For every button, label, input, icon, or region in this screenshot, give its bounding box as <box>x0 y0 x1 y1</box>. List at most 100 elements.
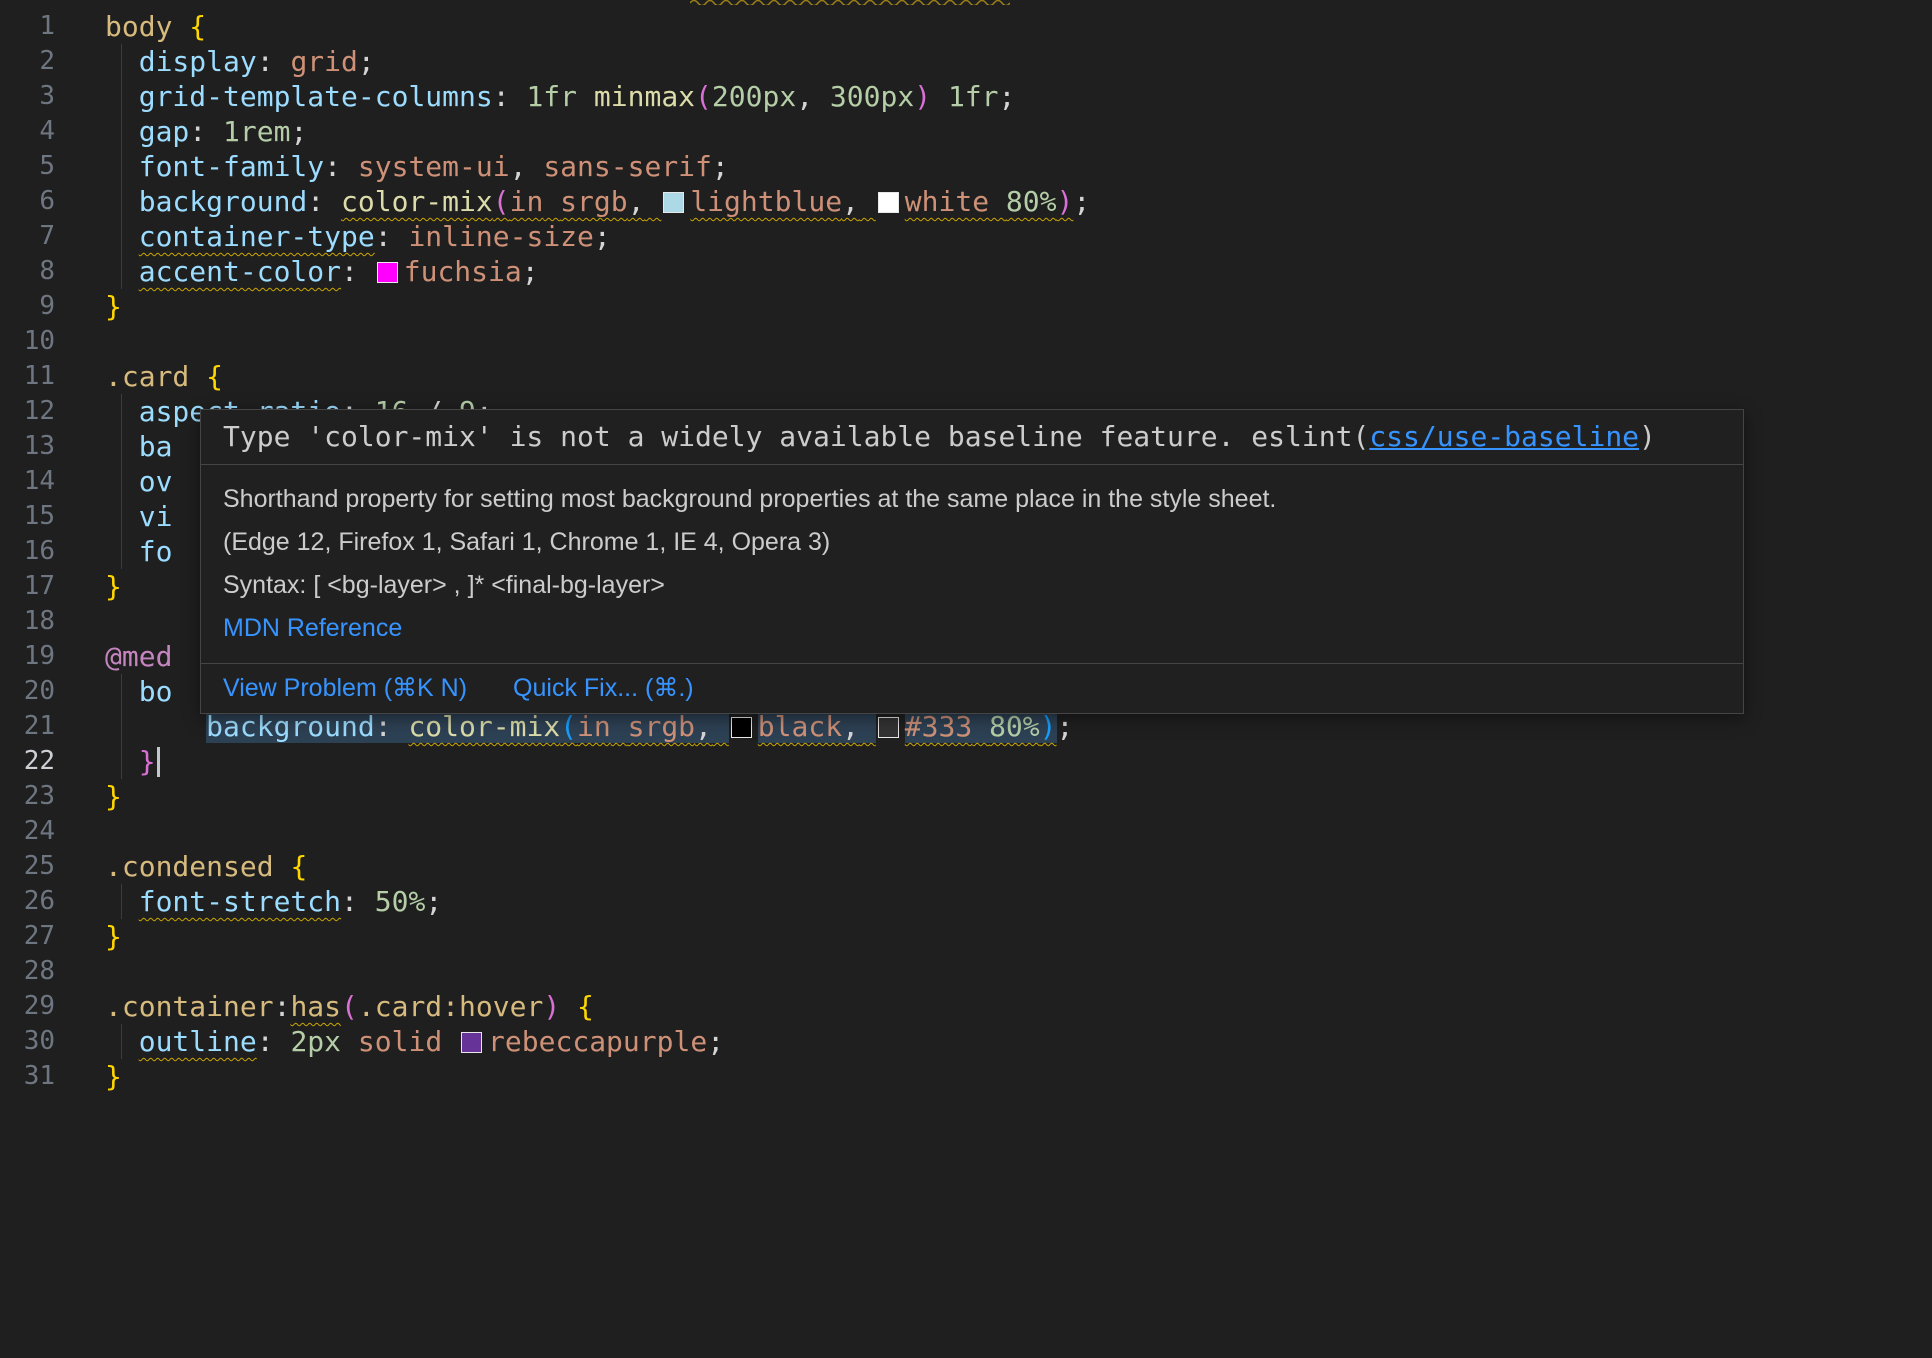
code-token <box>206 115 223 148</box>
code-line[interactable]: 3 grid-template-columns: 1fr minmax(200p… <box>0 79 1932 114</box>
code-token: , <box>796 80 813 113</box>
code-token <box>105 45 139 78</box>
code-token: : <box>341 255 358 288</box>
code-line[interactable]: 26 font-stretch: 50%; <box>0 884 1932 919</box>
code-token <box>274 1025 291 1058</box>
code-line[interactable]: 28 <box>0 954 1932 989</box>
code-token: ) <box>543 990 560 1023</box>
diagnostic-message: Type 'color-mix' is not a widely availab… <box>201 410 1743 464</box>
code-token: ba <box>139 430 173 463</box>
code-token: minmax <box>594 80 695 113</box>
code-line[interactable]: 5 font-family: system-ui, sans-serif; <box>0 149 1932 184</box>
code-token: font-family <box>139 150 324 183</box>
property-docs: Shorthand property for setting most back… <box>201 464 1743 663</box>
code-token: : <box>257 45 274 78</box>
code-token: 300px <box>830 80 914 113</box>
code-token: } <box>105 570 122 603</box>
code-text: .card { <box>105 359 223 394</box>
line-number: 30 <box>0 1024 70 1059</box>
code-line[interactable]: 24 <box>0 814 1932 849</box>
code-token <box>274 45 291 78</box>
code-token: ; <box>358 45 375 78</box>
eslint-rule-link[interactable]: css/use-baseline <box>1369 420 1639 453</box>
code-token <box>392 220 409 253</box>
color-swatch[interactable] <box>663 192 684 213</box>
line-number: 11 <box>0 359 70 394</box>
code-token: ov <box>139 465 173 498</box>
code-line[interactable]: 7 container-type: inline-size; <box>0 219 1932 254</box>
line-number: 25 <box>0 849 70 884</box>
code-token: outline <box>139 1025 257 1058</box>
code-token: ; <box>712 150 729 183</box>
code-token <box>611 710 628 743</box>
line-number: 31 <box>0 1059 70 1094</box>
code-text: accent-color: fuchsia; <box>105 254 539 289</box>
code-token: :hover <box>442 990 543 1023</box>
code-line[interactable]: 29.container:has(.card:hover) { <box>0 989 1932 1024</box>
code-token: in <box>510 185 544 218</box>
code-token <box>105 885 139 918</box>
code-line[interactable]: 11 .card { <box>0 359 1932 394</box>
line-number: 18 <box>0 604 70 639</box>
code-line[interactable]: 8 accent-color: fuchsia; <box>0 254 1932 289</box>
code-token <box>105 185 139 218</box>
code-line[interactable]: 25 .condensed { <box>0 849 1932 884</box>
code-token: inline-size <box>408 220 593 253</box>
code-text: } <box>105 919 122 954</box>
color-swatch[interactable] <box>731 717 752 738</box>
code-token: background <box>139 185 308 218</box>
code-token: ( <box>493 185 510 218</box>
code-line[interactable]: 10 <box>0 324 1932 359</box>
color-swatch[interactable] <box>377 262 398 283</box>
code-token: .card <box>358 990 442 1023</box>
code-token: : <box>189 115 206 148</box>
view-problem-action[interactable]: View Problem (⌘K N) <box>223 674 467 703</box>
code-text: bo <box>105 674 172 709</box>
mdn-reference-link[interactable]: MDN Reference <box>223 614 1721 643</box>
code-token: , <box>695 710 712 743</box>
code-token: font-stretch <box>139 885 341 918</box>
code-line[interactable]: 21 background: color-mix(in srgb, black,… <box>0 709 1932 744</box>
code-text: } <box>105 779 122 814</box>
code-text: font-stretch: 50%; <box>105 884 442 919</box>
code-text: body { <box>105 9 206 44</box>
code-token <box>105 115 139 148</box>
code-token: { <box>577 990 594 1023</box>
line-number: 22 <box>0 744 70 779</box>
clipped-warning-squiggle <box>690 0 1010 5</box>
docs-syntax: Syntax: [ <bg-layer> , ]* <final-bg-laye… <box>223 571 1721 600</box>
line-number: 16 <box>0 534 70 569</box>
code-line[interactable]: 30 outline: 2px solid rebeccapurple; <box>0 1024 1932 1059</box>
code-token <box>972 710 989 743</box>
code-token: ; <box>1057 710 1074 743</box>
code-line[interactable]: 22 } <box>0 744 1932 779</box>
code-token: : <box>375 220 392 253</box>
code-line[interactable]: 4 gap: 1rem; <box>0 114 1932 149</box>
line-number: 15 <box>0 499 70 534</box>
color-swatch[interactable] <box>878 717 899 738</box>
code-token <box>341 150 358 183</box>
code-text: } <box>105 289 122 324</box>
color-swatch[interactable] <box>878 192 899 213</box>
code-token: has <box>290 990 341 1023</box>
code-token: .card <box>105 360 189 393</box>
code-line[interactable]: 9} <box>0 289 1932 324</box>
code-line[interactable]: 27} <box>0 919 1932 954</box>
code-token <box>392 710 409 743</box>
code-token: body <box>105 10 172 43</box>
code-token <box>644 185 661 218</box>
code-line[interactable]: 31} <box>0 1059 1932 1094</box>
code-text: background: color-mix(in srgb, lightblue… <box>105 184 1090 219</box>
code-line[interactable]: 1body { <box>0 9 1932 44</box>
code-token: } <box>139 745 156 778</box>
color-swatch[interactable] <box>461 1032 482 1053</box>
code-token <box>172 10 189 43</box>
code-token <box>989 185 1006 218</box>
code-line[interactable]: 2 display: grid; <box>0 44 1932 79</box>
code-line[interactable]: 6 background: color-mix(in srgb, lightbl… <box>0 184 1932 219</box>
quick-fix-action[interactable]: Quick Fix... (⌘.) <box>513 674 694 703</box>
code-text: .condensed { <box>105 849 307 884</box>
code-text: font-family: system-ui, sans-serif; <box>105 149 729 184</box>
code-text: vi <box>105 499 172 534</box>
code-line[interactable]: 23} <box>0 779 1932 814</box>
